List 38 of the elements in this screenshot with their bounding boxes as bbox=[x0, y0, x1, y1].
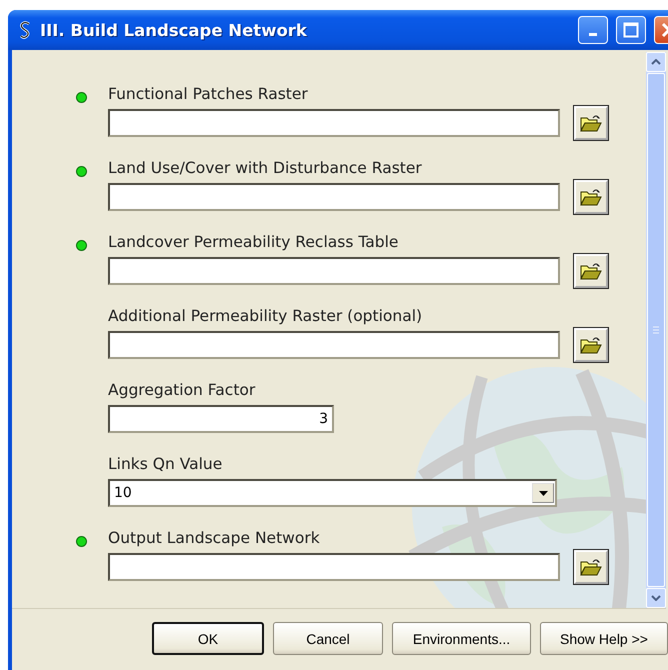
path-field[interactable] bbox=[108, 553, 560, 581]
scroll-down-icon[interactable] bbox=[646, 588, 666, 608]
folder-icon bbox=[580, 558, 602, 576]
browse-button[interactable] bbox=[574, 550, 608, 584]
parameter-label: Functional Patches Raster bbox=[108, 85, 309, 103]
dialog-button[interactable]: OK bbox=[152, 622, 264, 655]
browse-button[interactable] bbox=[574, 254, 608, 288]
parameter-label: Aggregation Factor bbox=[108, 381, 256, 399]
scrollbar[interactable] bbox=[646, 52, 666, 608]
parameter-label: Land Use/Cover with Disturbance Raster bbox=[108, 159, 423, 177]
browse-button[interactable] bbox=[574, 328, 608, 362]
maximize-button[interactable] bbox=[616, 16, 646, 44]
maximize-icon bbox=[623, 22, 639, 38]
folder-icon bbox=[580, 336, 602, 354]
path-field[interactable] bbox=[108, 109, 560, 137]
parameter-label: Output Landscape Network bbox=[108, 529, 321, 547]
path-field[interactable] bbox=[108, 257, 560, 285]
number-field[interactable]: 3 bbox=[108, 405, 334, 433]
minimize-icon bbox=[589, 33, 597, 36]
folder-icon bbox=[580, 114, 602, 132]
path-field[interactable] bbox=[108, 331, 560, 359]
scroll-up-icon[interactable] bbox=[646, 52, 666, 72]
value-dropdown[interactable]: 10 bbox=[108, 479, 557, 507]
path-field[interactable] bbox=[108, 183, 560, 211]
dialog-button[interactable]: Environments... bbox=[392, 622, 531, 655]
dialog-button[interactable]: Show Help >> bbox=[540, 622, 668, 655]
window-title: III. Build Landscape Network bbox=[40, 20, 308, 40]
folder-icon bbox=[580, 188, 602, 206]
script-icon bbox=[18, 21, 32, 39]
parameter-label: Links Qn Value bbox=[108, 455, 224, 473]
parameter-label: Additional Permeability Raster (optional) bbox=[108, 307, 424, 325]
browse-button[interactable] bbox=[574, 106, 608, 140]
grip-icon bbox=[653, 326, 659, 334]
parameter-label: Landcover Permeability Reclass Table bbox=[108, 233, 400, 251]
minimize-button[interactable] bbox=[578, 16, 608, 44]
browse-button[interactable] bbox=[574, 180, 608, 214]
folder-icon bbox=[580, 262, 602, 280]
dialog-button[interactable]: Cancel bbox=[273, 622, 383, 655]
